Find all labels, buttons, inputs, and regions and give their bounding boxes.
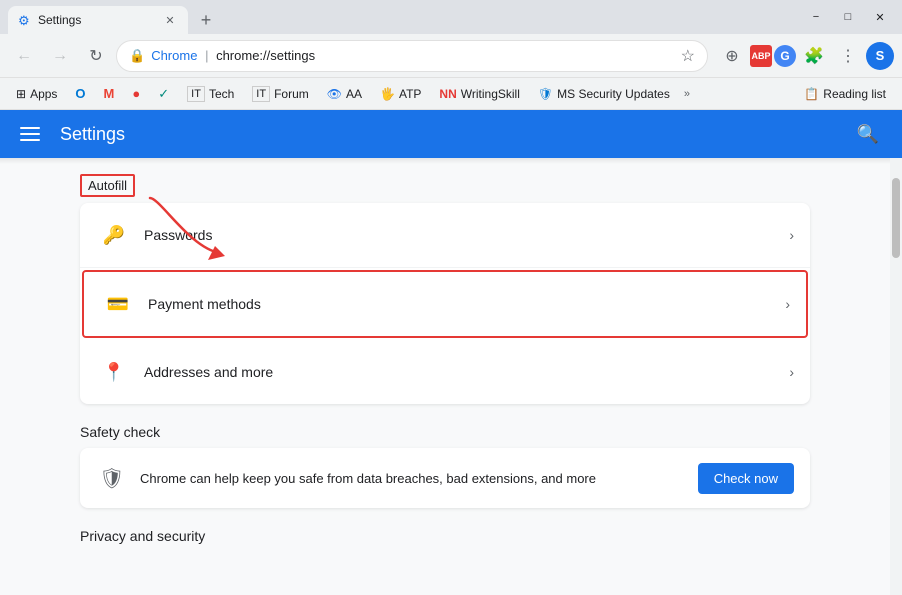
close-button[interactable]: ✕ (866, 6, 894, 28)
autofill-settings-card: 🔑 Passwords › 💳 Payment methods › 📍 Addr… (80, 203, 810, 404)
aa-label: AA (346, 87, 362, 101)
ms-security-bookmark[interactable]: 🛡 MS Security Updates (530, 82, 678, 106)
tech-label: Tech (209, 87, 234, 101)
atp-label: ATP (399, 87, 421, 101)
content-area: Autofill 🔑 Passwords › 💳 Payment (0, 158, 890, 595)
navigation-bar: ← → ↻ 🔒 Chrome | chrome://settings ☆ ⊕ A… (0, 34, 902, 78)
bookmarks-more-button[interactable]: » (680, 86, 694, 102)
google-extension-icon[interactable]: G (774, 45, 796, 67)
settings-header: Settings 🔍 (0, 110, 902, 158)
aa-bookmark[interactable]: 👁 AA (319, 82, 370, 106)
apps-label: Apps (30, 87, 57, 101)
addresses-chevron-icon: › (789, 364, 794, 380)
safety-check-description: Chrome can help keep you safe from data … (140, 471, 686, 486)
safety-check-card: 🛡 Chrome can help keep you safe from dat… (80, 448, 810, 508)
tab-title: Settings (38, 13, 156, 27)
extensions-button[interactable]: 🧩 (798, 40, 830, 72)
passwords-chevron-icon: › (789, 227, 794, 243)
address-text: Chrome | chrome://settings (151, 48, 670, 63)
writingskill-bookmark[interactable]: NN WritingSkill (431, 82, 527, 106)
tech-icon: IT (187, 86, 205, 102)
chromecast-button[interactable]: ⊕ (716, 40, 748, 72)
passwords-label: Passwords (144, 227, 789, 243)
scrollbar[interactable] (890, 158, 902, 595)
toolbar-icons: ⊕ ABP G 🧩 ⋮ S (716, 40, 894, 72)
ms-security-icon: 🛡 (538, 87, 553, 101)
addresses-setting-item[interactable]: 📍 Addresses and more › (80, 340, 810, 404)
adblock-extension-icon[interactable]: ABP (750, 45, 772, 67)
bookmark-star-icon[interactable]: ☆ (681, 46, 695, 66)
forum-icon: IT (252, 86, 270, 102)
passwords-setting-item[interactable]: 🔑 Passwords › (80, 203, 810, 268)
autofill-section: Autofill 🔑 Passwords › 💳 Payment (80, 174, 810, 404)
atp-icon: 🖐 (380, 87, 395, 101)
refresh-button[interactable]: ↻ (80, 40, 112, 72)
outlook-icon: O (75, 86, 85, 101)
settings-page-title: Settings (60, 124, 834, 145)
hamburger-menu-button[interactable] (16, 123, 44, 145)
check-now-button[interactable]: Check now (698, 463, 794, 494)
bookmarks-bar: ⊞ Apps O M ● ✓ IT Tech IT Forum 👁 AA 🖐 A… (0, 78, 902, 110)
apps-grid-icon: ⊞ (16, 87, 26, 101)
autofill-section-label: Autofill (80, 174, 135, 197)
privacy-security-heading: Privacy and security (80, 528, 810, 544)
payment-icon: 💳 (100, 286, 136, 322)
addresses-label: Addresses and more (144, 364, 789, 380)
ms-security-label: MS Security Updates (557, 87, 670, 101)
address-divider: | (205, 48, 208, 63)
settings-search-button[interactable]: 🔍 (850, 116, 886, 152)
addresses-icon: 📍 (96, 354, 132, 390)
active-tab[interactable]: ⚙ Settings ✕ (8, 6, 188, 34)
safety-check-heading: Safety check (80, 424, 810, 440)
bookmark-red[interactable]: ● (124, 82, 148, 106)
tech-bookmark[interactable]: IT Tech (179, 82, 242, 106)
tab-favicon-icon: ⚙ (18, 13, 32, 27)
back-button[interactable]: ← (8, 40, 40, 72)
passwords-icon: 🔑 (96, 217, 132, 253)
titlebar: ⚙ Settings ✕ + − □ ✕ (0, 0, 902, 34)
address-chrome-label: Chrome (151, 48, 197, 63)
tab-close-button[interactable]: ✕ (162, 12, 178, 28)
payment-methods-setting-item[interactable]: 💳 Payment methods › (82, 270, 808, 338)
green-bookmark-icon: ✓ (158, 86, 169, 102)
security-lock-icon: 🔒 (129, 48, 145, 64)
outlook-bookmark[interactable]: O (67, 82, 93, 106)
maximize-button[interactable]: □ (834, 6, 862, 28)
payment-methods-label: Payment methods (148, 296, 785, 312)
bookmark-green[interactable]: ✓ (150, 82, 177, 106)
scrollbar-thumb[interactable] (892, 178, 900, 258)
hamburger-line-3 (20, 139, 40, 141)
profile-button[interactable]: S (866, 42, 894, 70)
more-options-button[interactable]: ⋮ (832, 40, 864, 72)
hamburger-line-1 (20, 127, 40, 129)
forum-bookmark[interactable]: IT Forum (244, 82, 316, 106)
new-tab-button[interactable]: + (192, 6, 220, 34)
gmail-icon: M (104, 86, 115, 101)
atp-bookmark[interactable]: 🖐 ATP (372, 82, 429, 106)
forum-label: Forum (274, 87, 309, 101)
minimize-button[interactable]: − (802, 6, 830, 28)
reading-list-label: Reading list (823, 87, 886, 101)
gmail-bookmark[interactable]: M (96, 82, 123, 106)
apps-bookmark[interactable]: ⊞ Apps (8, 82, 65, 106)
window-controls: − □ ✕ (802, 6, 894, 28)
safety-shield-icon: 🛡 (96, 462, 128, 494)
address-bar[interactable]: 🔒 Chrome | chrome://settings ☆ (116, 40, 708, 72)
tab-area: ⚙ Settings ✕ + (8, 0, 802, 34)
red-bookmark-icon: ● (132, 86, 140, 101)
hamburger-line-2 (20, 133, 40, 135)
reading-list-button[interactable]: 📋 Reading list (796, 82, 894, 106)
address-url: chrome://settings (216, 48, 315, 63)
forward-button[interactable]: → (44, 40, 76, 72)
scroll-shadow (0, 158, 890, 164)
writingskill-label: WritingSkill (461, 87, 520, 101)
main-content: Autofill 🔑 Passwords › 💳 Payment (0, 158, 902, 595)
aa-icon: 👁 (327, 87, 342, 101)
reading-list-icon: 📋 (804, 87, 819, 101)
payment-methods-chevron-icon: › (785, 296, 790, 312)
writingskill-icon: NN (439, 87, 456, 101)
